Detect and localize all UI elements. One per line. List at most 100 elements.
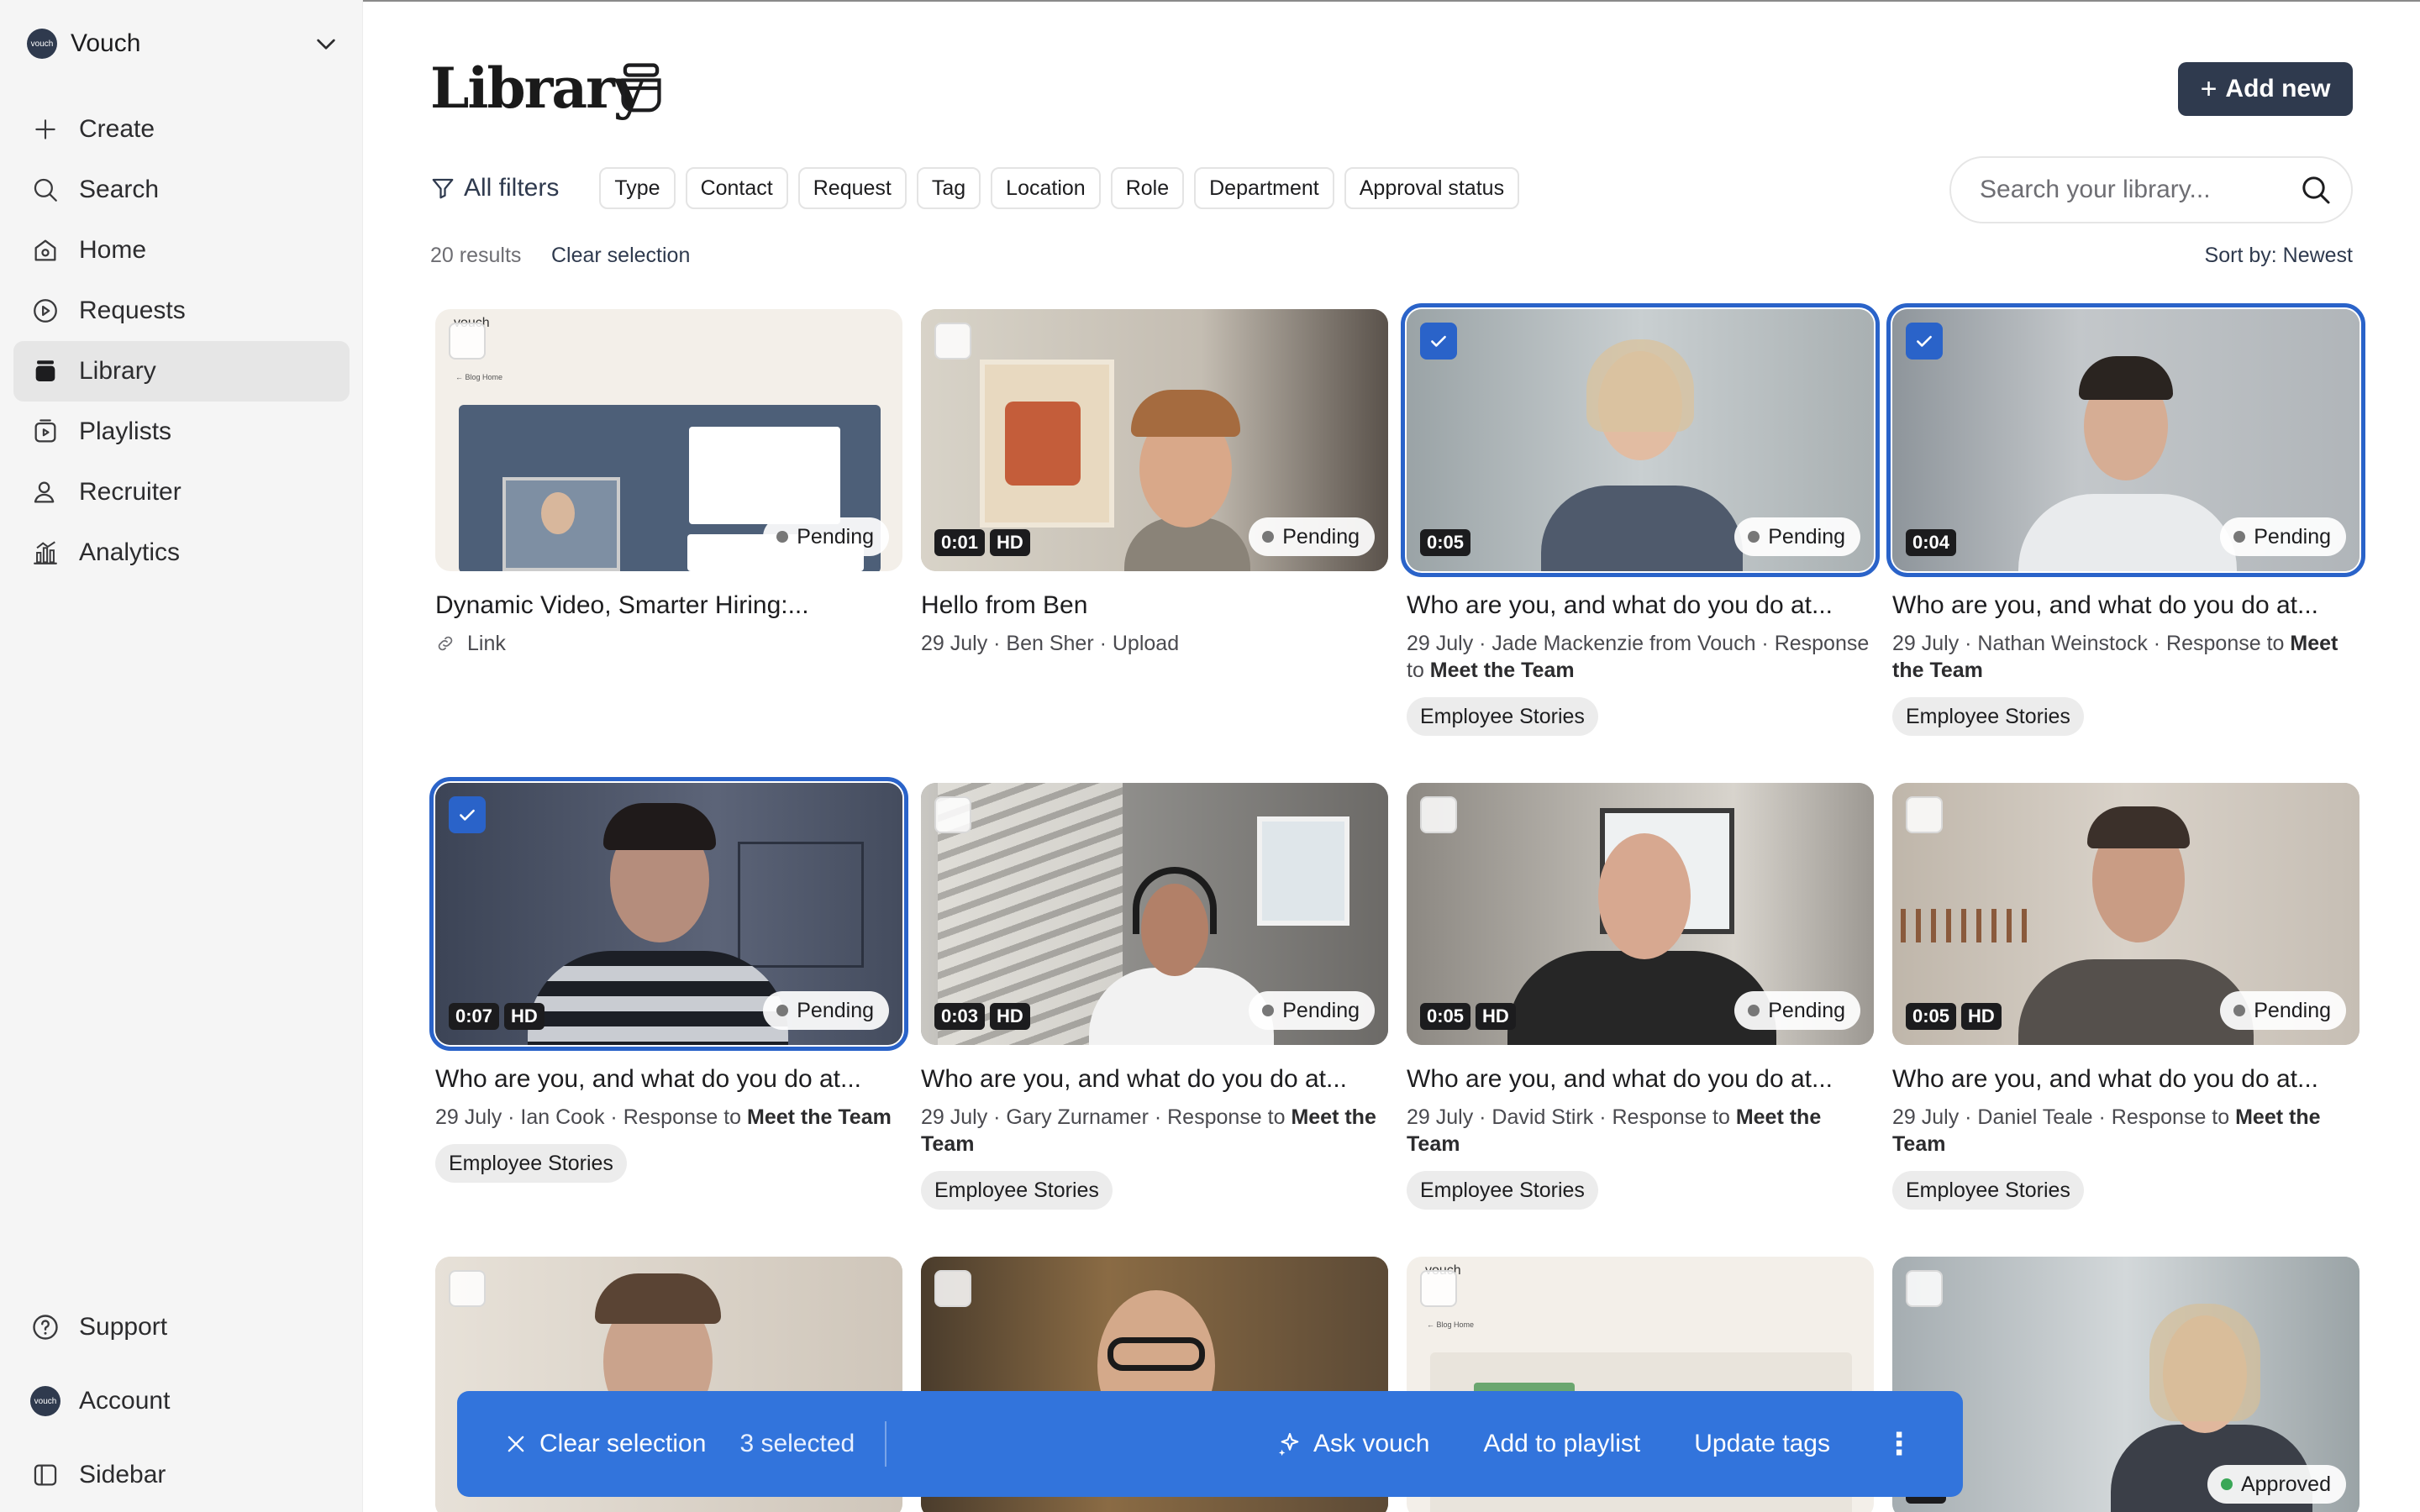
video-meta-text: 29 July · Gary Zurnamer · Response to [921,1105,1292,1129]
duration-badges: 0:03 HD [934,1003,1035,1030]
more-options-icon[interactable]: ⋮ [1884,1426,1914,1462]
tag-pill[interactable]: Employee Stories [1407,697,1598,736]
select-checkbox[interactable] [934,323,971,360]
status-dot [1748,531,1760,543]
sidebar-item-support[interactable]: Support [13,1290,350,1364]
status-dot [2233,531,2246,543]
video-thumbnail[interactable]: 0:05 HD Pending [1407,783,1874,1045]
video-title[interactable]: Who are you, and what do you do at... [435,1065,902,1094]
video-thumbnail[interactable]: 0:05 Pending [1401,303,1880,577]
search-input[interactable] [1980,176,2282,204]
selection-actions: Ask vouch Add to playlist Update tags ⋮ [1223,1426,1963,1462]
library-icon [29,354,62,388]
video-thumbnail[interactable]: 0:01 HD Pending [921,309,1388,571]
org-switcher[interactable]: vouch Vouch [27,27,339,60]
select-checkbox[interactable] [449,796,486,833]
video-card[interactable]: 0:05 Pending Who are you, and what do yo… [1401,303,1880,736]
ask-vouch-button[interactable]: Ask vouch [1276,1430,1429,1458]
video-title[interactable]: Who are you, and what do you do at... [1407,1065,1874,1094]
video-title[interactable]: Who are you, and what do you do at... [1892,591,2360,620]
tag-pill[interactable]: Employee Stories [435,1144,627,1183]
video-card[interactable]: 0:04 Pending Who are you, and what do yo… [1886,303,2365,736]
video-title[interactable]: Hello from Ben [921,591,1388,620]
video-thumbnail[interactable]: 0:07 HD Pending [429,777,908,1051]
status-dot [776,1005,789,1016]
select-checkbox[interactable] [1420,796,1457,833]
tag-pill[interactable]: Employee Stories [1892,1171,2084,1210]
video-title[interactable]: Dynamic Video, Smarter Hiring:... [435,591,902,620]
tag-pill[interactable]: Employee Stories [1892,697,2084,736]
clear-selection-button[interactable]: Clear selection [504,1430,706,1458]
request-name[interactable]: Meet the Team [1430,659,1575,682]
sidebar-icon [29,1458,62,1492]
video-card[interactable]: 0:01 HD Pending Hello from Ben 29 July · … [921,309,1388,657]
filter-role[interactable]: Role [1110,167,1185,209]
status-dot [1262,1005,1275,1016]
add-new-button[interactable]: + Add new [2178,62,2353,116]
video-thumbnail[interactable]: 0:05 HD Pending [1892,783,2360,1045]
select-checkbox[interactable] [1906,1270,1943,1307]
video-title[interactable]: Who are you, and what do you do at... [1892,1065,2360,1094]
video-meta: Link [435,630,902,657]
sidebar-item-label: Create [79,115,155,143]
video-thumbnail[interactable]: 0:04 Pending [1886,303,2365,577]
sidebar-item-analytics[interactable]: Analytics [13,522,350,583]
sidebar-item-search[interactable]: Search [13,160,350,220]
video-card[interactable]: 0:05 HD Pending Who are you, and what do … [1892,783,2360,1210]
sidebar-item-playlists[interactable]: Playlists [13,402,350,462]
video-card[interactable]: vouch ← Blog Home Pending Dynamic Video,… [435,309,902,657]
select-checkbox[interactable] [1906,796,1943,833]
tag-pill[interactable]: Employee Stories [921,1171,1113,1210]
video-title[interactable]: Who are you, and what do you do at... [921,1065,1388,1094]
select-checkbox[interactable] [934,1270,971,1307]
duration: 0:01 [934,529,986,556]
video-card[interactable]: 0:05 HD Pending Who are you, and what do … [1407,783,1874,1210]
filter-tag[interactable]: Tag [916,167,981,209]
all-filters-button[interactable]: All filters [430,174,559,202]
filter-type[interactable]: Type [599,167,676,209]
select-checkbox[interactable] [449,1270,486,1307]
request-name[interactable]: Meet the Team [747,1105,892,1129]
duration: 0:03 [934,1003,986,1030]
search-icon[interactable] [2299,173,2333,207]
filter-location[interactable]: Location [991,167,1101,209]
sidebar-item-library[interactable]: Library [13,341,350,402]
hd-badge: HD [990,529,1030,556]
requests-icon [29,294,62,328]
select-checkbox[interactable] [1420,1270,1457,1307]
sidebar-item-toggle[interactable]: Sidebar [13,1438,350,1512]
add-new-label: Add new [2225,75,2331,102]
sidebar-item-home[interactable]: Home [13,220,350,281]
video-meta-text: 29 July · Daniel Teale · Response to [1892,1105,2236,1129]
select-checkbox[interactable] [934,796,971,833]
sidebar-item-recruiter[interactable]: Recruiter [13,462,350,522]
video-thumbnail[interactable]: 0:03 HD Pending [921,783,1388,1045]
video-meta: 29 July · David Stirk · Response to Meet… [1407,1104,1874,1158]
filter-request[interactable]: Request [797,167,907,209]
status-badge: Pending [1734,517,1860,556]
filter-approval-status[interactable]: Approval status [1344,167,1520,209]
recruiter-icon [29,475,62,509]
select-checkbox[interactable] [449,323,486,360]
sidebar-item-account[interactable]: vouch Account [13,1364,350,1438]
clear-selection-link[interactable]: Clear selection [551,244,690,268]
tag-pill[interactable]: Employee Stories [1407,1171,1598,1210]
select-checkbox[interactable] [1420,323,1457,360]
video-title[interactable]: Who are you, and what do you do at... [1407,591,1874,620]
sidebar-item-create[interactable]: Create [13,99,350,160]
video-meta-text: Link [467,632,506,655]
add-to-playlist-button[interactable]: Add to playlist [1483,1430,1640,1458]
filter-department[interactable]: Department [1194,167,1334,209]
filter-contact[interactable]: Contact [685,167,788,209]
select-checkbox[interactable] [1906,323,1943,360]
video-card[interactable]: 0:07 HD Pending Who are you, and what do … [429,777,908,1183]
video-card[interactable]: 0:03 HD Pending Who are you, and what do … [921,783,1388,1210]
duration-badges: 0:04 [1906,529,1961,556]
video-thumbnail[interactable]: vouch ← Blog Home Pending [435,309,902,571]
status-dot [1748,1005,1760,1016]
filter-icon [432,178,454,199]
status-dot [776,531,789,543]
sort-dropdown[interactable]: Sort by: Newest [2205,244,2353,268]
update-tags-button[interactable]: Update tags [1694,1430,1830,1458]
sidebar-item-requests[interactable]: Requests [13,281,350,341]
